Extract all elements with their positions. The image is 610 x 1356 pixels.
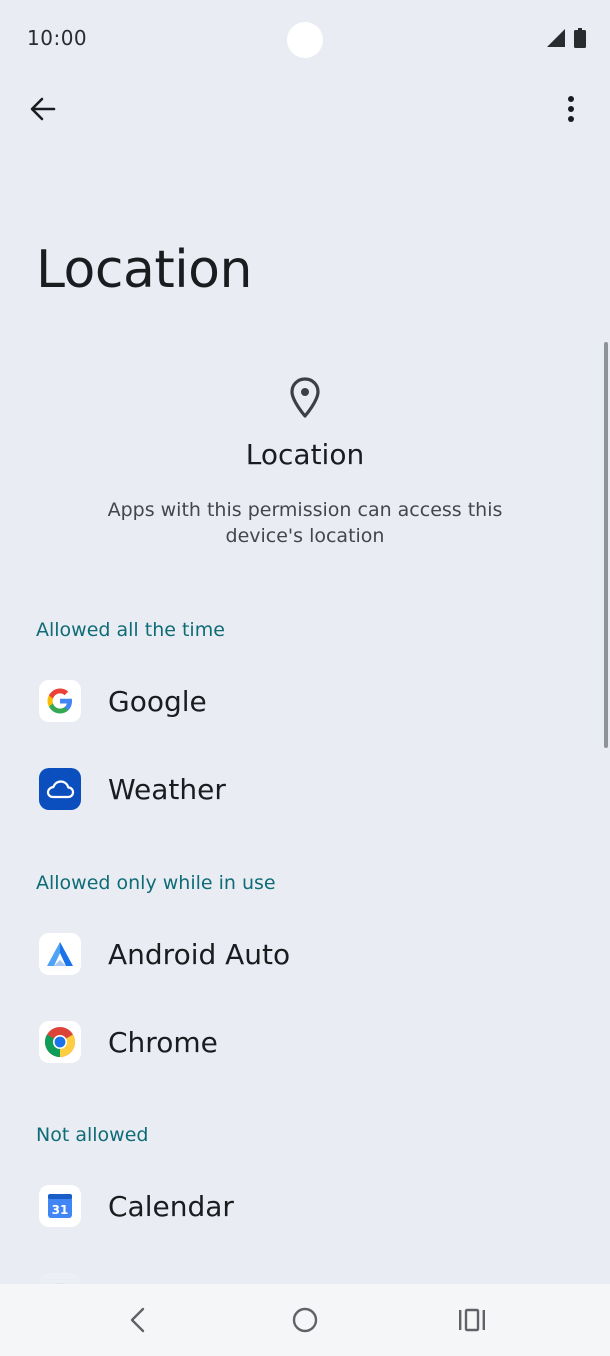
section-label-allowed-all-the-time: Allowed all the time: [36, 619, 225, 641]
app-name: Android Auto: [108, 937, 291, 971]
permission-header: Location Apps with this permission can a…: [0, 376, 610, 549]
more-options-button[interactable]: [550, 88, 592, 130]
nav-recents-icon: [459, 1308, 485, 1332]
calendar-icon: 31: [39, 1185, 81, 1227]
app-name: Weather: [108, 772, 226, 806]
section-label-allowed-while-in-use: Allowed only while in use: [36, 872, 276, 894]
nav-back-icon: [130, 1307, 145, 1333]
calendar-icon-date: 31: [52, 1203, 69, 1217]
app-row-google[interactable]: Google: [0, 661, 590, 741]
status-time: 10:00: [27, 26, 88, 50]
nav-back-button[interactable]: [115, 1298, 159, 1342]
top-app-bar: [0, 80, 610, 140]
status-bar: 10:00: [0, 0, 610, 78]
navigation-bar: [0, 1284, 610, 1356]
signal-icon: [547, 29, 565, 47]
permission-description: Apps with this permission can access thi…: [107, 499, 503, 547]
arrow-back-icon: [30, 97, 56, 121]
status-icons: [546, 28, 586, 48]
android-auto-icon: [39, 933, 81, 975]
chrome-icon: [39, 1021, 81, 1063]
app-row-calendar[interactable]: 31 Calendar: [0, 1166, 590, 1246]
nav-recents-button[interactable]: [450, 1298, 494, 1342]
app-row-chrome[interactable]: Chrome: [0, 1002, 590, 1082]
app-name: Chrome: [108, 1025, 218, 1059]
app-row-weather[interactable]: Weather: [0, 749, 590, 829]
weather-icon: [39, 768, 81, 810]
google-icon: [39, 680, 81, 722]
back-button[interactable]: [22, 88, 64, 130]
scrollbar[interactable]: [604, 342, 608, 748]
location-pin-icon: [290, 377, 320, 418]
page-title: Location: [36, 240, 252, 300]
nav-home-button[interactable]: [283, 1298, 327, 1342]
permission-title: Location: [245, 438, 365, 471]
section-label-not-allowed: Not allowed: [36, 1124, 149, 1146]
app-name: Google: [108, 684, 207, 718]
screen: 10:00 Location Location Apps with this p…: [0, 0, 610, 1356]
app-row-android-auto[interactable]: Android Auto: [0, 914, 590, 994]
nav-home-icon: [292, 1307, 318, 1333]
app-name: Calendar: [108, 1189, 234, 1223]
battery-icon: [574, 28, 586, 48]
camera-cutout: [287, 22, 323, 58]
more-vert-icon: [568, 96, 574, 122]
